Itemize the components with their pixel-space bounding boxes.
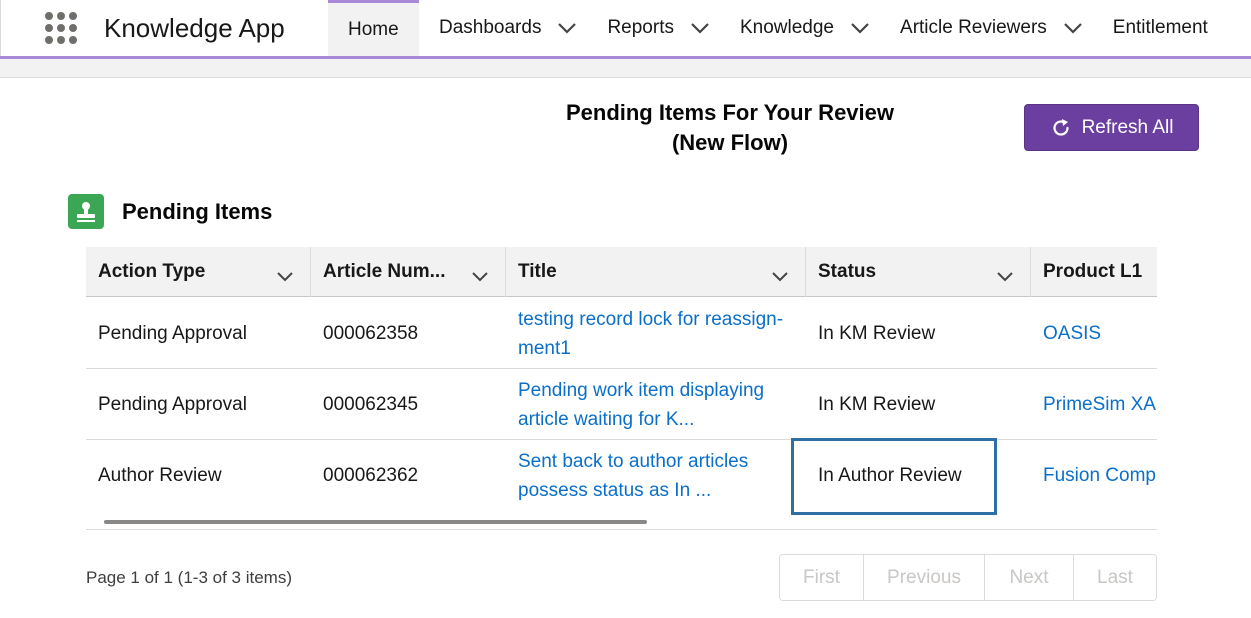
column-label: Title	[518, 261, 557, 282]
pending-items-table: Action Type Article Num... Title Status …	[86, 247, 1157, 530]
cell-article-number: 000062345	[323, 393, 419, 415]
tab-dashboards-label: Dashboards	[439, 17, 542, 38]
column-label: Status	[818, 261, 877, 282]
approval-stamp-icon	[68, 194, 104, 229]
tab-dashboards[interactable]: Dashboards	[419, 0, 587, 56]
title-line2: article waiting for K...	[518, 408, 695, 430]
chevron-down-icon[interactable]	[276, 266, 294, 288]
column-header-status[interactable]: Status	[806, 247, 1031, 297]
cell-action-type: Author Review	[98, 464, 222, 486]
column-label: Article Num...	[323, 261, 446, 282]
tab-knowledge[interactable]: Knowledge	[720, 0, 880, 56]
nav-shadow-strip	[0, 59, 1251, 78]
cell-status: In KM Review	[818, 322, 936, 344]
table-row[interactable]: Pending Approval 000062345 Pending work …	[86, 369, 1157, 440]
global-nav-bar: Knowledge App Home Dashboards Reports Kn…	[0, 0, 1251, 59]
previous-page-button[interactable]: Previous	[864, 555, 985, 600]
app-launcher-icon[interactable]	[45, 12, 79, 46]
cell-action-type: Pending Approval	[98, 322, 247, 344]
pagination-info: Page 1 of 1 (1-3 of 3 items)	[86, 568, 292, 587]
chevron-down-icon[interactable]	[840, 18, 880, 38]
tab-knowledge-label: Knowledge	[739, 17, 835, 38]
title-line1: testing record lock for reassign-	[518, 308, 784, 330]
chevron-down-icon[interactable]	[680, 18, 720, 38]
refresh-icon	[1050, 117, 1072, 139]
column-header-title[interactable]: Title	[506, 247, 806, 297]
cell-product-l1-link[interactable]: Fusion Comp	[1031, 440, 1156, 511]
app-name: Knowledge App	[104, 13, 285, 43]
next-page-button[interactable]: Next	[985, 555, 1074, 600]
page-title-line1: Pending Items For Your Review	[565, 100, 895, 125]
horizontal-scrollbar[interactable]	[104, 520, 647, 524]
cell-status: In KM Review	[818, 393, 936, 415]
chevron-down-icon[interactable]	[471, 266, 489, 288]
tab-entitlement[interactable]: Entitlement	[1093, 0, 1208, 56]
tab-article-reviewers-label: Article Reviewers	[900, 17, 1047, 38]
nav-tabs: Home Dashboards Reports Knowledge Articl…	[328, 0, 1208, 56]
chevron-down-icon[interactable]	[996, 266, 1014, 288]
first-page-button[interactable]: First	[780, 555, 864, 600]
page-title: Pending Items For Your Review (New Flow)	[480, 98, 980, 158]
chevron-down-icon[interactable]	[547, 18, 587, 38]
cell-title-link[interactable]: testing record lock for reassign- ment1	[506, 298, 796, 369]
tab-reports[interactable]: Reports	[587, 0, 720, 56]
column-header-article-number[interactable]: Article Num...	[311, 247, 506, 297]
tab-entitlement-label: Entitlement	[1112, 17, 1208, 38]
column-header-action-type[interactable]: Action Type	[86, 247, 311, 297]
pagination-controls: First Previous Next Last	[779, 554, 1157, 601]
cell-title-link[interactable]: Sent back to author articles possess sta…	[506, 440, 796, 511]
title-line2: ment1	[518, 337, 571, 359]
cell-focus-outline	[791, 438, 997, 515]
title-line1: Sent back to author articles	[518, 450, 749, 472]
cell-article-number: 000062362	[323, 464, 419, 486]
tab-home[interactable]: Home	[328, 0, 419, 56]
page-title-line2: (New Flow)	[671, 130, 789, 155]
tab-reports-label: Reports	[607, 17, 674, 38]
cell-action-type: Pending Approval	[98, 393, 247, 415]
chevron-down-icon[interactable]	[771, 266, 789, 288]
tab-article-reviewers[interactable]: Article Reviewers	[880, 0, 1093, 56]
cell-title-link[interactable]: Pending work item displaying article wai…	[506, 369, 796, 440]
column-label: Action Type	[98, 261, 206, 282]
title-line1: Pending work item displaying	[518, 379, 765, 401]
column-header-product-l1[interactable]: Product L1	[1031, 247, 1157, 297]
cell-product-l1-link[interactable]: PrimeSim XA	[1031, 369, 1156, 440]
cell-product-l1-link[interactable]: OASIS	[1031, 298, 1101, 369]
refresh-all-label: Refresh All	[1081, 116, 1174, 138]
tab-home-label: Home	[348, 18, 399, 40]
column-label: Product L1	[1043, 261, 1143, 282]
table-row[interactable]: Pending Approval 000062358 testing recor…	[86, 298, 1157, 369]
table-header: Action Type Article Num... Title Status …	[86, 247, 1157, 297]
card-title: Pending Items	[122, 199, 273, 224]
cell-article-number: 000062358	[323, 322, 419, 344]
title-line2: possess status as In ...	[518, 479, 712, 501]
refresh-all-button[interactable]: Refresh All	[1024, 104, 1199, 151]
last-page-button[interactable]: Last	[1074, 555, 1156, 600]
chevron-down-icon[interactable]	[1053, 18, 1093, 38]
